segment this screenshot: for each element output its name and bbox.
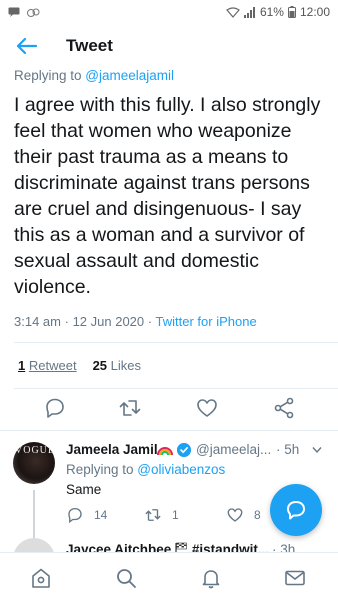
top-bar: Tweet <box>0 24 338 68</box>
replying-to: Replying to @jameelajamil <box>14 68 174 83</box>
reply-time-dot: · <box>276 442 281 457</box>
back-arrow-icon[interactable] <box>14 36 38 56</box>
likes-stat[interactable]: 25 Likes <box>93 358 141 373</box>
avatar-masthead: VOGUE <box>15 445 55 456</box>
retweets-stat[interactable]: 1 Retweet <box>18 358 77 373</box>
retweets-label: Retweet <box>28 358 77 373</box>
reply-author-handle: @jameelaj... <box>196 442 272 457</box>
reply-retweet-count: 1 <box>172 508 179 522</box>
battery-icon <box>287 6 296 18</box>
reply-replying-handle[interactable]: @oliviabenzos <box>137 462 225 477</box>
compose-reply-button[interactable] <box>270 484 322 536</box>
likes-label: Likes <box>110 358 142 373</box>
reply-time: · 5h <box>276 442 299 457</box>
status-bar: 61% 12:00 <box>0 0 338 24</box>
verified-badge-icon <box>177 443 191 457</box>
notifications-icon[interactable] <box>200 567 222 589</box>
tweet-stats: 1 Retweet 25 Likes <box>18 358 141 373</box>
page-title: Tweet <box>66 36 113 55</box>
rainbow-icon <box>157 447 173 456</box>
reply-text: Same <box>66 482 102 497</box>
reply-bubble-icon <box>287 501 305 520</box>
divider <box>14 388 338 389</box>
divider <box>0 430 338 431</box>
divider <box>14 342 338 343</box>
tweet-source[interactable]: Twitter for iPhone <box>156 314 257 329</box>
reply-reply-action[interactable]: 14 <box>66 506 107 524</box>
status-right: 61% 12:00 <box>226 5 330 19</box>
reply-author-name[interactable]: Jameela Jamil <box>66 442 158 457</box>
reply-icon[interactable] <box>43 396 67 420</box>
reply-reply-count: 14 <box>94 508 108 522</box>
tweet-meta: 3:14 am · 12 Jun 2020 · Twitter for iPho… <box>14 314 257 329</box>
clock: 12:00 <box>299 5 330 19</box>
tweet-date: 12 Jun 2020 <box>72 314 145 329</box>
battery-percent: 61% <box>259 5 284 19</box>
replying-to-handle[interactable]: @jameelajamil <box>85 68 174 83</box>
status-left <box>8 7 40 17</box>
chevron-down-icon[interactable] <box>312 446 322 454</box>
reply-icon <box>68 507 82 524</box>
avatar[interactable]: VOGUE <box>13 442 55 484</box>
tweet-text: I agree with this fully. I also strongly… <box>14 94 321 298</box>
reply-replying-prefix: Replying to <box>66 462 138 477</box>
bottom-nav <box>0 552 338 600</box>
search-icon[interactable] <box>115 567 137 589</box>
signal-icon <box>243 6 255 18</box>
home-icon[interactable] <box>30 567 52 589</box>
reply-time-value: 5h <box>284 442 300 457</box>
messages-icon[interactable] <box>284 567 306 589</box>
meta-separator: · <box>64 314 69 329</box>
tweet-time: 3:14 am <box>14 314 61 329</box>
reply-like-action[interactable]: 8 <box>226 506 261 524</box>
like-icon[interactable] <box>195 396 219 420</box>
share-icon[interactable] <box>272 396 296 420</box>
replying-to-prefix: Replying to <box>14 68 86 83</box>
likes-count: 25 <box>92 358 108 373</box>
like-icon <box>227 508 243 522</box>
notification-icon <box>8 7 20 17</box>
reply-replying-to: Replying to @oliviabenzos <box>66 462 225 477</box>
app-notification-icon <box>27 8 40 17</box>
retweets-count: 1 <box>18 358 26 373</box>
retweet-icon[interactable] <box>118 396 142 420</box>
reply-retweet-action[interactable]: 1 <box>144 506 179 524</box>
reply-like-count: 8 <box>254 508 261 522</box>
meta-separator: · <box>147 314 153 329</box>
retweet-icon <box>145 509 161 521</box>
wifi-icon <box>226 6 240 18</box>
tweet-actions <box>0 396 338 426</box>
